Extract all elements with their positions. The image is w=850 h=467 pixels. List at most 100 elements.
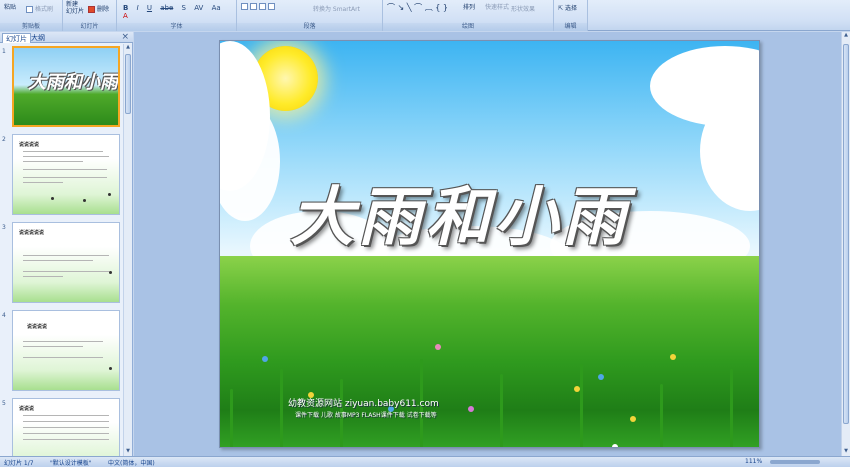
tab-outline[interactable]: 大纲 — [28, 33, 48, 43]
panel-scrollbar[interactable]: ▲ ▼ — [123, 44, 132, 456]
thumbnail-heading: 说说说说说 — [19, 230, 45, 236]
slide-thumbnail-2[interactable]: 说说说说 — [12, 134, 120, 215]
slide-panel: 幻灯片 大纲 × 1 大雨和小雨 2 说说说说 3 说说说说说 4 说说说说 5… — [0, 32, 133, 456]
canvas-scrollbar[interactable]: ▲ ▼ — [841, 32, 850, 456]
slide-number: 4 — [2, 312, 6, 319]
flower — [612, 444, 618, 447]
text-line — [23, 177, 107, 178]
shadow-button[interactable]: S — [182, 4, 186, 12]
flower — [630, 416, 636, 422]
scroll-up-icon[interactable]: ▲ — [842, 32, 850, 40]
watermark-line-1: 幼教资源网站 ziyuan.baby611.com — [288, 399, 439, 409]
slide-number: 5 — [2, 400, 6, 407]
underline-button[interactable]: U — [147, 4, 152, 12]
zoom-level[interactable]: 111% — [745, 458, 762, 465]
change-case-button[interactable]: Aa — [212, 4, 221, 12]
grass-blade — [580, 364, 583, 447]
select-button[interactable]: ⇱ 选择 — [558, 3, 577, 12]
paste-button[interactable]: 粘贴 — [4, 2, 16, 11]
align-left-icon[interactable] — [241, 3, 248, 10]
font-format-buttons: B I U abe S AV Aa A — [123, 4, 236, 20]
decoration-dot — [83, 199, 86, 202]
quick-styles-button[interactable]: 快速样式 — [485, 2, 509, 11]
text-line — [23, 151, 103, 152]
scroll-up-icon[interactable]: ▲ — [124, 44, 132, 52]
align-right-icon[interactable] — [259, 3, 266, 10]
delete-slide-button[interactable]: 删除 — [88, 4, 109, 13]
scroll-down-icon[interactable]: ▼ — [124, 448, 132, 456]
zoom-slider[interactable] — [770, 460, 820, 464]
new-slide-button[interactable]: 新建 幻灯片 — [66, 1, 84, 15]
ribbon: 粘贴 格式刷 剪贴板 新建 幻灯片 删除 幻灯片 B I U abe S AV … — [0, 0, 850, 31]
text-line — [23, 169, 107, 170]
slides-group: 新建 幻灯片 删除 幻灯片 — [63, 0, 117, 31]
close-icon[interactable]: × — [121, 32, 129, 43]
arrange-button[interactable]: 排列 — [463, 2, 475, 11]
butterfly — [598, 374, 604, 380]
theme-status: "默认设计模板" — [50, 460, 92, 467]
flower — [435, 344, 441, 350]
flower — [468, 406, 474, 412]
italic-button[interactable]: I — [137, 4, 139, 12]
text-line — [23, 260, 93, 261]
decoration-dot — [109, 367, 112, 370]
grass-blade — [230, 389, 233, 447]
slide-thumbnail-5[interactable]: 说说说 — [12, 398, 120, 456]
slide-title[interactable]: 大雨和小雨 — [290, 166, 630, 258]
char-spacing-button[interactable]: AV — [194, 4, 203, 12]
editing-group-label: 编辑 — [554, 23, 587, 31]
scroll-down-icon[interactable]: ▼ — [842, 448, 850, 456]
text-line — [23, 271, 109, 272]
text-line — [23, 433, 109, 434]
font-group-label: 字体 — [117, 23, 236, 31]
slide-thumbnail-3[interactable]: 说说说说说 — [12, 222, 120, 303]
grass-field — [220, 256, 759, 447]
cloud — [220, 101, 280, 221]
text-line — [23, 341, 103, 342]
drawing-group-label: 绘图 — [383, 23, 553, 31]
paragraph-group: 转换为 SmartArt 段落 — [237, 0, 383, 31]
thumbnail-heading: 说说说说 — [19, 142, 40, 148]
brush-icon — [26, 6, 33, 13]
slide-1[interactable]: 大雨和小雨 幼教资源网站 ziyuan.baby611.com 课件下载 儿歌 … — [219, 40, 760, 448]
scrollbar-thumb[interactable] — [843, 44, 849, 424]
tab-slides[interactable]: 幻灯片 — [2, 33, 31, 43]
clipboard-group: 粘贴 格式刷 剪贴板 — [0, 0, 63, 31]
grass-blade — [660, 384, 663, 447]
strikethrough-button[interactable]: abe — [160, 4, 173, 12]
font-color-button[interactable]: A — [123, 12, 128, 20]
editing-canvas: 大雨和小雨 幼教资源网站 ziyuan.baby611.com 课件下载 儿歌 … — [134, 32, 850, 456]
panel-tabs: 幻灯片 大纲 × — [0, 32, 133, 43]
text-line — [23, 427, 109, 428]
slide-index-status: 幻灯片 1/7 — [4, 460, 34, 467]
format-painter-button[interactable]: 格式刷 — [26, 4, 53, 13]
flower — [262, 356, 268, 362]
slides-group-label: 幻灯片 — [63, 23, 116, 31]
paste-label: 粘贴 — [4, 4, 17, 11]
text-line — [23, 439, 109, 440]
convert-smartart-button[interactable]: 转换为 SmartArt — [313, 4, 360, 13]
slide-number: 1 — [2, 48, 6, 55]
align-buttons — [241, 3, 277, 10]
language-status[interactable]: 中文(简体，中国) — [108, 458, 155, 467]
text-line — [23, 357, 103, 358]
shapes-gallery[interactable]: ⌒ ↘ ╲ ⌒ ︹ { } — [387, 2, 448, 13]
font-group: B I U abe S AV Aa A 字体 — [117, 0, 237, 31]
justify-icon[interactable] — [268, 3, 275, 10]
scrollbar-thumb[interactable] — [125, 54, 131, 114]
slide-thumbnail-4[interactable]: 说说说说 — [12, 310, 120, 391]
flower — [574, 386, 580, 392]
text-line — [23, 276, 63, 277]
watermark-line-2: 课件下载 儿歌 故事MP3 FLASH课件下载 试卷下载等 — [295, 412, 437, 419]
clipboard-group-label: 剪贴板 — [0, 23, 62, 31]
slide-number: 3 — [2, 224, 6, 231]
decoration-dot — [51, 197, 54, 200]
text-line — [23, 421, 109, 422]
text-line — [23, 182, 63, 183]
flower — [670, 354, 676, 360]
align-center-icon[interactable] — [250, 3, 257, 10]
drawing-group: ⌒ ↘ ╲ ⌒ ︹ { } 排列 快速样式 形状效果 绘图 — [383, 0, 554, 31]
shape-effects-button[interactable]: 形状效果 — [511, 4, 535, 13]
slide-thumbnail-1[interactable]: 大雨和小雨 — [12, 46, 120, 127]
bold-button[interactable]: B — [123, 4, 128, 12]
